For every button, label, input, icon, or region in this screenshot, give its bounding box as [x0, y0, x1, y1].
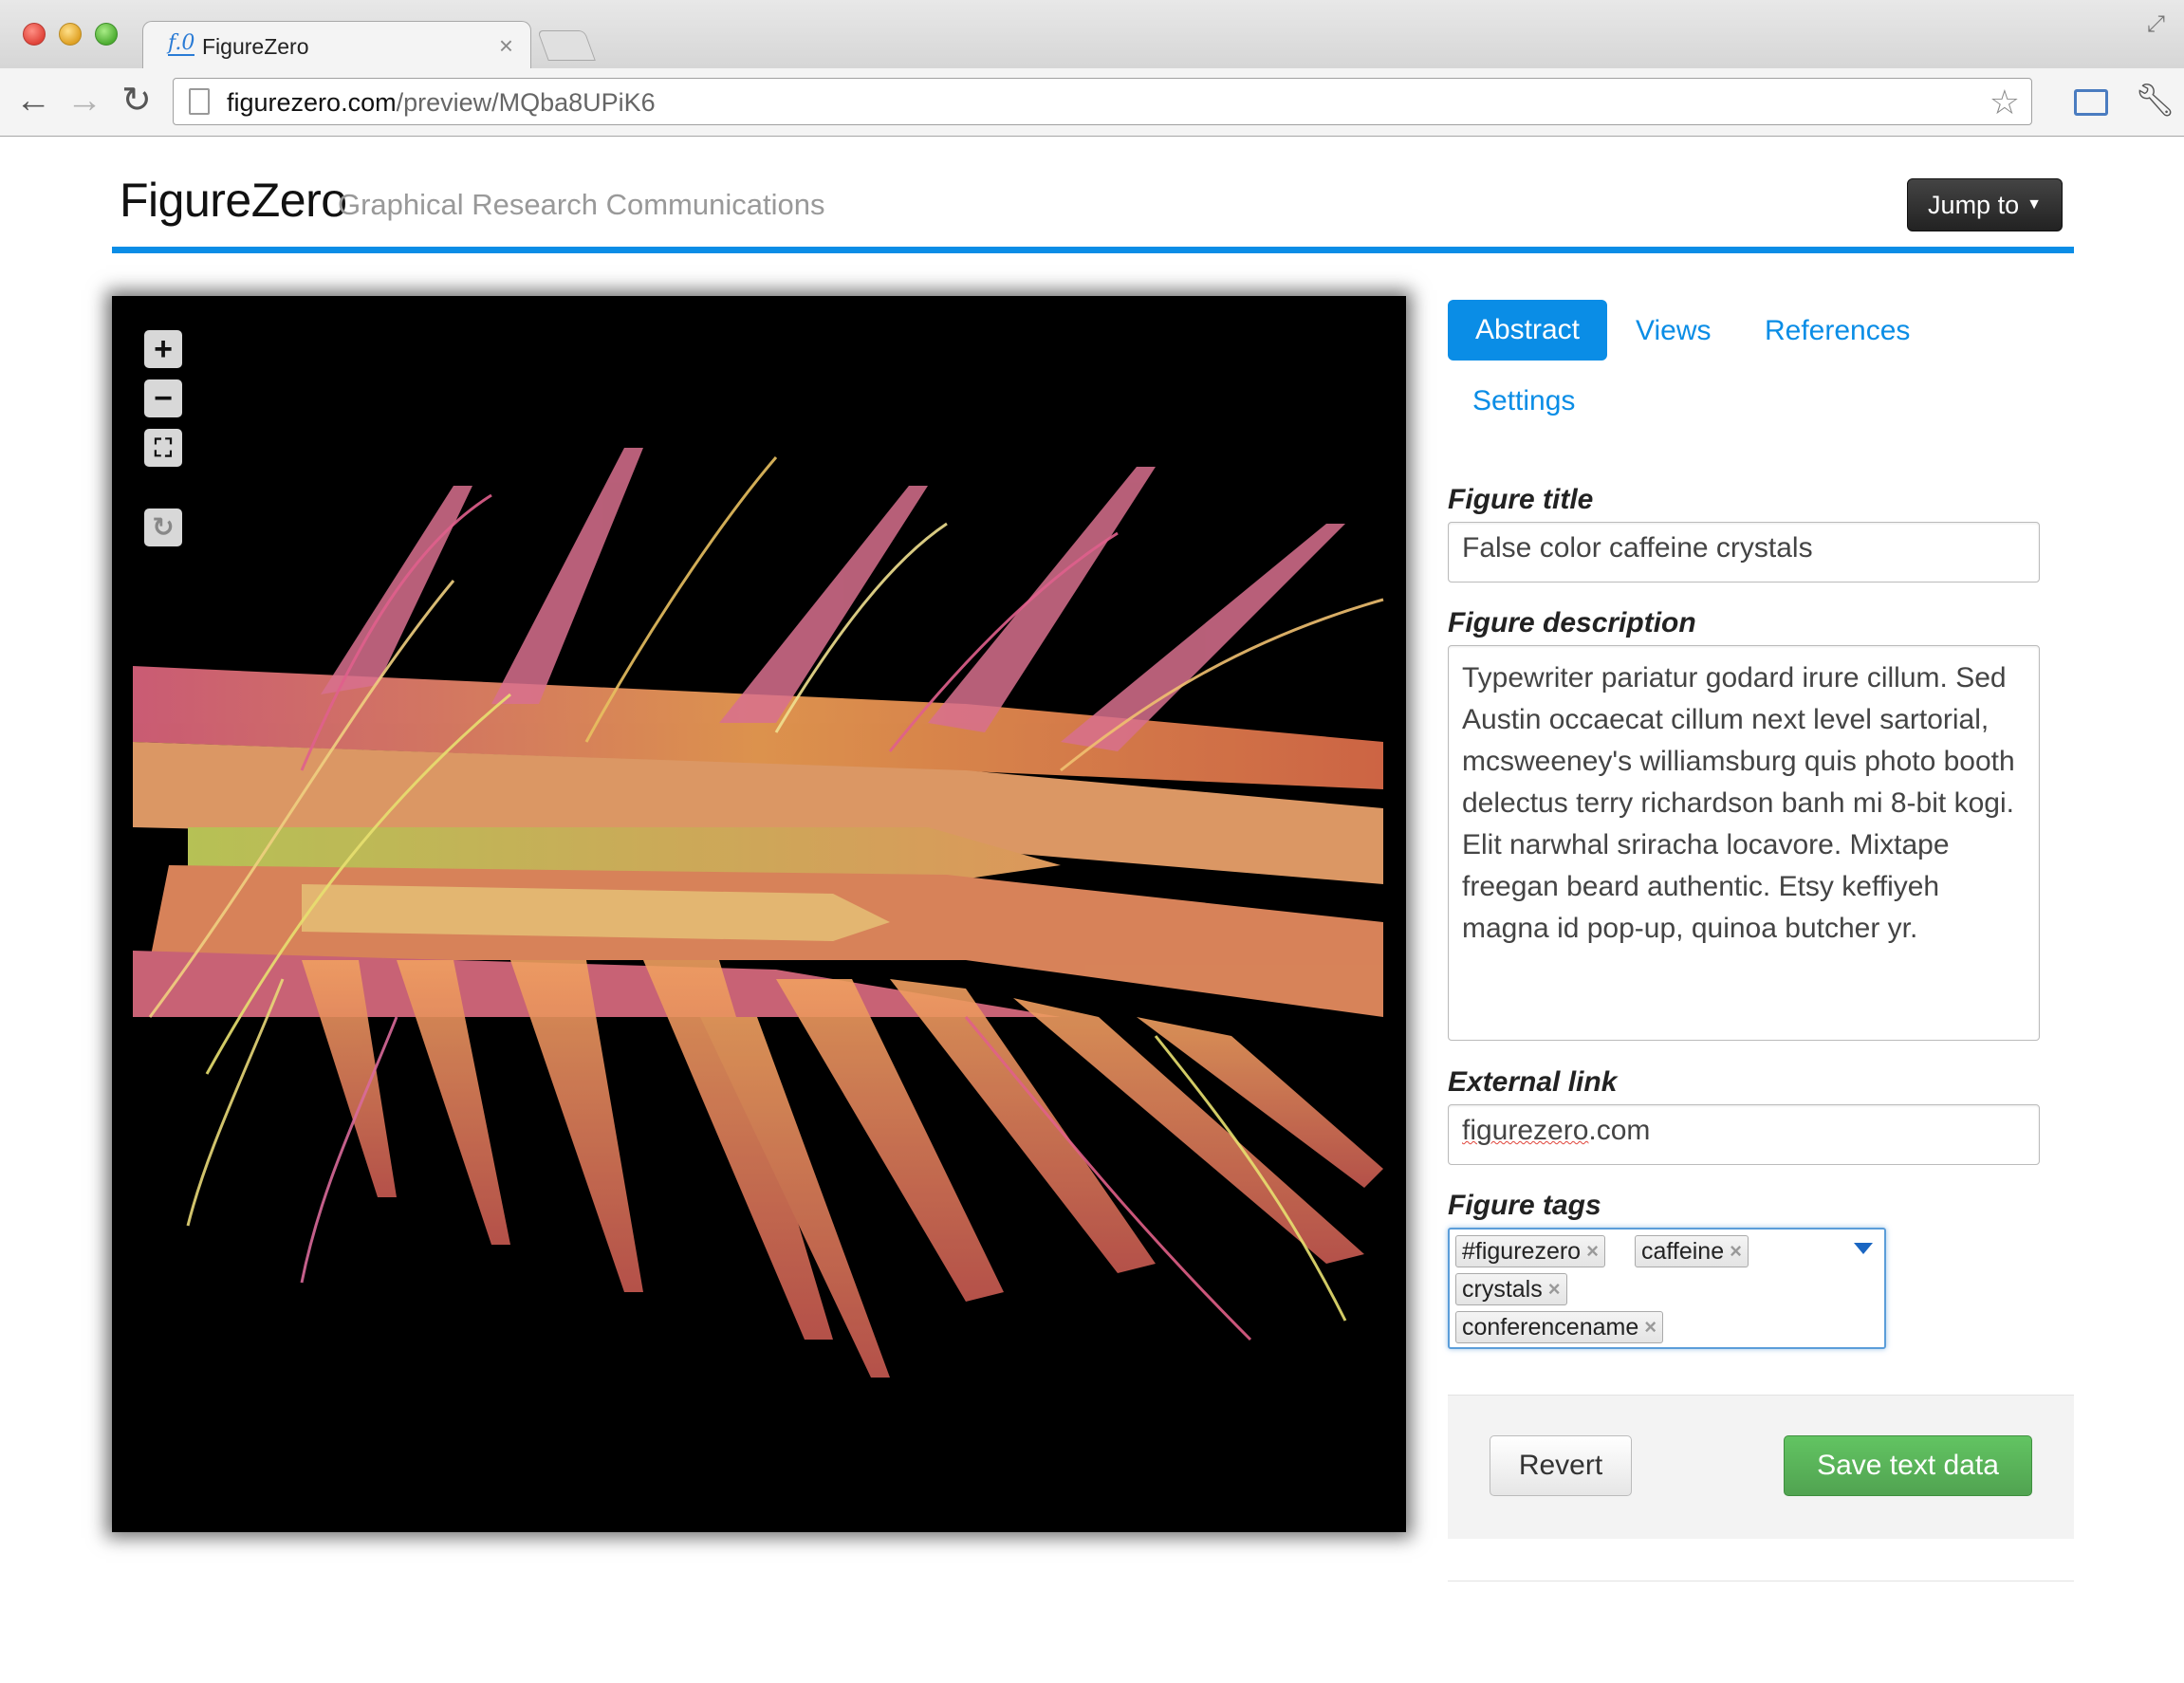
browser-toolbar: ← → ↻ figurezero.com/preview/MQba8UPiK6 … [0, 68, 2184, 137]
remove-tag-icon[interactable]: × [1586, 1239, 1599, 1264]
form-actions: Revert Save text data [1448, 1395, 2074, 1539]
browser-tab[interactable]: f.0 FigureZero × [142, 21, 531, 70]
favicon-icon: f.0 [168, 31, 195, 56]
tag-chip: caffeine × [1635, 1235, 1749, 1267]
fit-screen-icon[interactable]: ⛶ [144, 429, 182, 467]
figure-tags-label: Figure tags [1448, 1190, 1601, 1221]
tag-label: #figurezero [1462, 1237, 1582, 1265]
tag-chip: conferencename × [1455, 1311, 1664, 1343]
fullscreen-icon[interactable]: ⤢ [2147, 11, 2165, 38]
back-icon[interactable]: ← [15, 80, 51, 121]
wrench-icon[interactable]: 🔧︎ [2135, 82, 2175, 120]
chevron-down-icon[interactable] [1854, 1243, 1873, 1254]
external-link-suffix: .com [1588, 1115, 1651, 1146]
tab-settings[interactable]: Settings [1472, 385, 1575, 417]
close-icon[interactable]: × [499, 31, 513, 61]
tag-label: conferencename [1462, 1313, 1639, 1341]
external-link-input[interactable]: figurezero.com [1448, 1104, 2040, 1165]
minimize-window-button[interactable] [59, 23, 82, 46]
new-tab-button[interactable] [537, 30, 596, 61]
url-host: figurezero.com [227, 88, 397, 117]
tagline: Graphical Research Communications [338, 188, 825, 221]
figure-tags-input[interactable]: #figurezero × caffeine × crystals × conf… [1448, 1228, 1886, 1349]
browser-tab-strip: f.0 FigureZero × ⤢ [0, 0, 2184, 70]
jump-to-label: Jump to [1928, 190, 2020, 219]
revert-button[interactable]: Revert [1490, 1435, 1632, 1496]
close-window-button[interactable] [23, 23, 46, 46]
star-icon[interactable]: ☆ [1990, 83, 2020, 122]
figure-image [133, 448, 1384, 1378]
url-path: /preview/MQba8UPiK6 [396, 88, 656, 117]
external-link-label: External link [1448, 1066, 1618, 1098]
reload-icon[interactable]: ↻ [121, 80, 152, 121]
tag-label: crystals [1462, 1275, 1543, 1303]
cast-icon[interactable] [2074, 89, 2108, 116]
external-link-value: figurezero [1462, 1115, 1589, 1146]
tag-chip: #figurezero × [1455, 1235, 1605, 1267]
figure-title-input[interactable]: False color caffeine crystals [1448, 522, 2040, 583]
caret-down-icon: ▼ [2027, 196, 2042, 213]
forward-icon[interactable]: → [66, 80, 102, 121]
browser-tab-title: FigureZero [202, 34, 309, 59]
zoom-in-icon[interactable]: + [144, 330, 182, 368]
rotate-icon[interactable]: ↻ [144, 509, 182, 546]
tag-chip: crystals × [1455, 1273, 1567, 1305]
tab-abstract[interactable]: Abstract [1448, 300, 1607, 361]
page-icon [189, 88, 210, 115]
address-bar[interactable]: figurezero.com/preview/MQba8UPiK6 ☆ [173, 78, 2032, 125]
remove-tag-icon[interactable]: × [1548, 1277, 1561, 1302]
zoom-window-button[interactable] [95, 23, 118, 46]
tag-label: caffeine [1641, 1237, 1725, 1265]
zoom-out-icon[interactable]: − [144, 379, 182, 417]
save-text-data-button[interactable]: Save text data [1784, 1435, 2032, 1496]
remove-tag-icon[interactable]: × [1730, 1239, 1742, 1264]
figure-title-label: Figure title [1448, 484, 1594, 515]
header-divider [112, 247, 2074, 253]
tab-references[interactable]: References [1765, 315, 1910, 347]
figure-description-textarea[interactable]: Typewriter pariatur godard irure cillum.… [1448, 645, 2040, 1041]
tab-views[interactable]: Views [1636, 315, 1711, 347]
figure-viewer[interactable]: + − ⛶ ↻ [112, 296, 1406, 1532]
brand-logo[interactable]: FigureZero [120, 173, 347, 228]
url-text: figurezero.com/preview/MQba8UPiK6 [227, 88, 656, 118]
figure-description-label: Figure description [1448, 607, 1696, 638]
jump-to-dropdown-button[interactable]: Jump to ▼ [1907, 178, 2063, 231]
remove-tag-icon[interactable]: × [1644, 1315, 1657, 1340]
